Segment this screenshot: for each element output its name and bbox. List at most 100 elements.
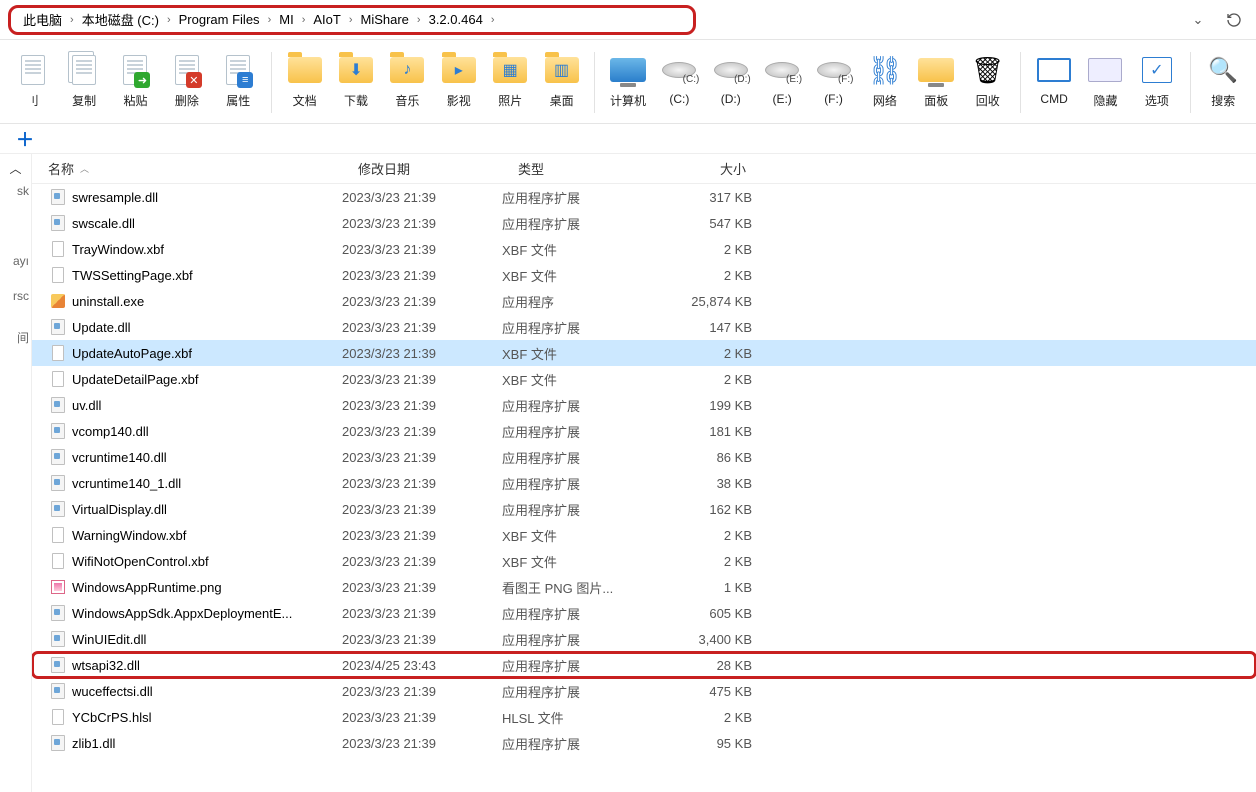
toolbar-network[interactable]: ⛓网络	[860, 46, 909, 113]
toolbar-drive-f[interactable]: (F:)(F:)	[809, 46, 858, 110]
file-name: YCbCrPS.hlsl	[72, 710, 151, 725]
breadcrumb-segment[interactable]: MiShare	[355, 10, 415, 29]
file-row[interactable]: WindowsAppRuntime.png2023/3/23 21:39看图王 …	[32, 574, 1256, 600]
file-list: swresample.dll2023/3/23 21:39应用程序扩展317 K…	[32, 184, 1256, 756]
toolbar-copy[interactable]: 复制	[59, 46, 108, 113]
toolbar-label: CMD	[1040, 92, 1067, 106]
file-row[interactable]: wtsapi32.dll2023/4/25 23:43应用程序扩展28 KB	[32, 652, 1256, 678]
file-date: 2023/3/23 21:39	[342, 476, 502, 491]
folder-desk-icon: ▥	[543, 50, 581, 90]
toolbar-paste[interactable]: ➜粘贴	[111, 46, 160, 113]
file-type: 应用程序扩展	[502, 188, 648, 207]
toolbar-pictures[interactable]: ▦照片	[486, 46, 535, 113]
toolbar-desktop[interactable]: ▥桌面	[537, 46, 586, 113]
file-row[interactable]: WindowsAppSdk.AppxDeploymentE... 2023/3/2…	[32, 600, 1256, 626]
file-view[interactable]: 名称︿ 修改日期 类型 大小 swresample.dll2023/3/23 2…	[32, 154, 1256, 792]
toolbar-label: (D:)	[721, 92, 741, 106]
file-row[interactable]: WinUIEdit.dll2023/3/23 21:39应用程序扩展3,400 …	[32, 626, 1256, 652]
file-name-cell: swscale.dll	[50, 215, 342, 231]
header-size[interactable]: 大小	[648, 159, 762, 178]
file-size: 181 KB	[648, 424, 752, 439]
refresh-button[interactable]	[1220, 6, 1248, 34]
file-row[interactable]: VirtualDisplay.dll2023/3/23 21:39应用程序扩展1…	[32, 496, 1256, 522]
file-size: 2 KB	[648, 268, 752, 283]
dll-file-icon	[50, 631, 66, 647]
breadcrumb-segment[interactable]: 此电脑	[17, 8, 68, 31]
xbf-file-icon	[50, 241, 66, 257]
breadcrumb-segment[interactable]: MI	[273, 10, 299, 29]
file-type: 应用程序扩展	[502, 448, 648, 467]
disk-icon: (E:)	[763, 50, 801, 90]
toolbar-hide[interactable]: 隐藏	[1081, 46, 1130, 113]
file-row[interactable]: UpdateDetailPage.xbf2023/3/23 21:39XBF 文…	[32, 366, 1256, 392]
file-type: 应用程序扩展	[502, 656, 648, 675]
file-row[interactable]: vcomp140.dll2023/3/23 21:39应用程序扩展181 KB	[32, 418, 1256, 444]
toolbar-recycle[interactable]: 🗑回收	[963, 46, 1012, 113]
file-row[interactable]: swresample.dll2023/3/23 21:39应用程序扩展317 K…	[32, 184, 1256, 210]
toolbar-documents[interactable]: 文档	[280, 46, 329, 113]
breadcrumb-segment[interactable]: 本地磁盘 (C:)	[76, 8, 165, 31]
header-modified[interactable]: 修改日期	[342, 159, 502, 178]
breadcrumb[interactable]: 此电脑›本地磁盘 (C:)›Program Files›MI›AIoT›MiSh…	[8, 5, 696, 35]
file-row[interactable]: uninstall.exe2023/3/23 21:39应用程序25,874 K…	[32, 288, 1256, 314]
toolbar-downloads[interactable]: ⬇下载	[331, 46, 380, 113]
dll-file-icon	[50, 423, 66, 439]
toolbar-computer[interactable]: 计算机	[603, 46, 652, 113]
options-icon: ✓	[1138, 50, 1176, 90]
file-row[interactable]: TrayWindow.xbf2023/3/23 21:39XBF 文件2 KB	[32, 236, 1256, 262]
xbf-file-icon	[50, 267, 66, 283]
file-name-cell: vcomp140.dll	[50, 423, 342, 439]
sidebar-up-icon[interactable]: ︿	[0, 158, 31, 179]
file-date: 2023/3/23 21:39	[342, 216, 502, 231]
toolbar-drive-e[interactable]: (E:)(E:)	[757, 46, 806, 110]
toolbar-properties[interactable]: ≡属性	[214, 46, 263, 113]
sidebar-item[interactable]: rsc	[0, 289, 29, 303]
toolbar-music[interactable]: ♪音乐	[383, 46, 432, 113]
file-name-cell: vcruntime140_1.dll	[50, 475, 342, 491]
sidebar[interactable]: ︿ sk ayı rsc 间	[0, 154, 32, 792]
separator	[1020, 52, 1021, 113]
cmd-icon	[1035, 50, 1073, 90]
file-row[interactable]: YCbCrPS.hlsl2023/3/23 21:39HLSL 文件2 KB	[32, 704, 1256, 730]
toolbar-drive-d[interactable]: (D:)(D:)	[706, 46, 755, 110]
toolbar-label: 照片	[498, 92, 522, 109]
xbf-file-icon	[50, 527, 66, 543]
file-name-cell: WindowsAppRuntime.png	[50, 579, 342, 595]
toolbar-drive-c[interactable]: (C:)(C:)	[655, 46, 704, 110]
toolbar-search[interactable]: 🔍搜索	[1199, 46, 1248, 113]
header-type[interactable]: 类型	[502, 159, 648, 178]
sidebar-item[interactable]: ayı	[0, 254, 29, 268]
toolbar-cmd[interactable]: CMD	[1029, 46, 1078, 110]
file-date: 2023/3/23 21:39	[342, 710, 502, 725]
file-row[interactable]: Update.dll2023/3/23 21:39应用程序扩展147 KB	[32, 314, 1256, 340]
file-row[interactable]: uv.dll2023/3/23 21:39应用程序扩展199 KB	[32, 392, 1256, 418]
file-date: 2023/3/23 21:39	[342, 606, 502, 621]
file-row[interactable]: zlib1.dll2023/3/23 21:39应用程序扩展95 KB	[32, 730, 1256, 756]
file-row[interactable]: WarningWindow.xbf2023/3/23 21:39XBF 文件2 …	[32, 522, 1256, 548]
sidebar-item[interactable]: 间	[0, 329, 29, 346]
toolbar-unknown-left[interactable]: 刂	[8, 46, 57, 113]
toolbar-delete[interactable]: ✕删除	[162, 46, 211, 113]
file-row[interactable]: vcruntime140_1.dll2023/3/23 21:39应用程序扩展3…	[32, 470, 1256, 496]
header-name[interactable]: 名称︿	[32, 159, 342, 178]
sidebar-item[interactable]: sk	[0, 184, 29, 198]
toolbar-options[interactable]: ✓选项	[1132, 46, 1181, 113]
file-row[interactable]: TWSSettingPage.xbf2023/3/23 21:39XBF 文件2…	[32, 262, 1256, 288]
history-dropdown[interactable]: ⌄	[1184, 6, 1212, 34]
file-row[interactable]: vcruntime140.dll2023/3/23 21:39应用程序扩展86 …	[32, 444, 1256, 470]
file-row[interactable]: UpdateAutoPage.xbf2023/3/23 21:39XBF 文件2…	[32, 340, 1256, 366]
file-row[interactable]: wuceffectsi.dll2023/3/23 21:39应用程序扩展475 …	[32, 678, 1256, 704]
new-tab-button[interactable]: ＋	[10, 124, 40, 154]
file-name-cell: VirtualDisplay.dll	[50, 501, 342, 517]
file-row[interactable]: swscale.dll2023/3/23 21:39应用程序扩展547 KB	[32, 210, 1256, 236]
breadcrumb-segment[interactable]: Program Files	[173, 10, 266, 29]
breadcrumb-segment[interactable]: AIoT	[307, 10, 346, 29]
column-headers: 名称︿ 修改日期 类型 大小	[32, 154, 1256, 184]
file-name: WindowsAppSdk.AppxDeploymentE...	[72, 606, 292, 621]
file-date: 2023/3/23 21:39	[342, 528, 502, 543]
toolbar-panel[interactable]: 面板	[912, 46, 961, 113]
file-row[interactable]: WifiNotOpenControl.xbf2023/3/23 21:39XBF…	[32, 548, 1256, 574]
toolbar-videos[interactable]: ▸影视	[434, 46, 483, 113]
file-date: 2023/3/23 21:39	[342, 190, 502, 205]
breadcrumb-segment[interactable]: 3.2.0.464	[423, 10, 489, 29]
